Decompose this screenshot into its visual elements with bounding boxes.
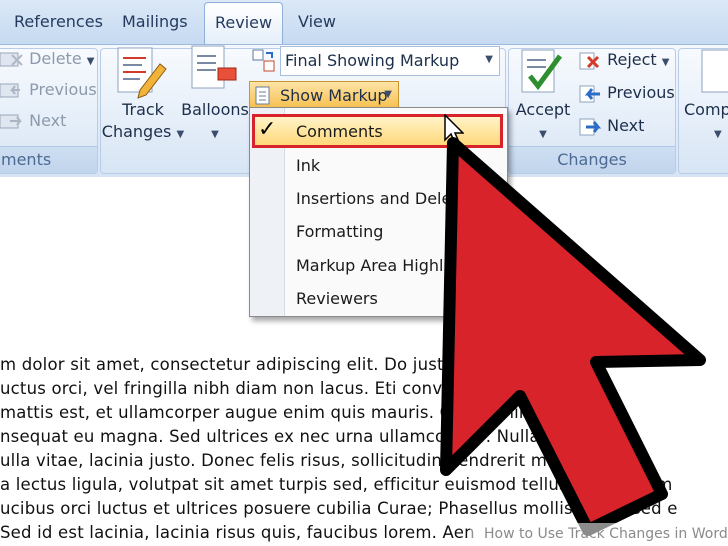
pointer-arrow-icon [440, 137, 706, 536]
watermark: How to Use Track Changes in Word [470, 523, 728, 546]
